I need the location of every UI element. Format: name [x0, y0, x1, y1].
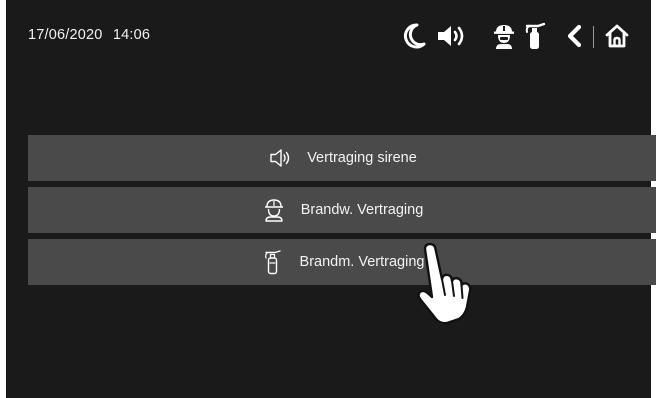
menu-item-label: Brandm. Vertraging: [299, 254, 425, 270]
moon-icon[interactable]: [401, 22, 427, 50]
menu-item-label: Brandw. Vertraging: [300, 202, 424, 218]
intercom-screen: 17/06/2020 14:06 Vertraging sirene Brand…: [6, 0, 656, 398]
fire-extinguisher-icon[interactable]: [522, 22, 548, 50]
home-icon[interactable]: [604, 22, 630, 50]
menu-item-label: Vertraging sirene: [307, 150, 417, 166]
speaker-icon[interactable]: [436, 22, 468, 50]
menu-item-fireman-delay[interactable]: Brandw. Vertraging: [28, 187, 656, 233]
fireman-icon: [261, 197, 287, 223]
fire-extinguisher-icon: [260, 249, 286, 275]
status-datetime: 17/06/2020 14:06: [28, 27, 150, 43]
speaker-icon: [267, 145, 293, 171]
toolbar-divider: [593, 26, 594, 48]
back-icon[interactable]: [561, 22, 587, 50]
menu-item-siren-delay[interactable]: Vertraging sirene: [28, 135, 656, 181]
menu-item-extinguisher-delay[interactable]: Brandm. Vertraging: [28, 239, 656, 285]
status-time: 14:06: [112, 27, 151, 43]
status-date: 17/06/2020: [28, 27, 103, 43]
fireman-icon[interactable]: [491, 22, 517, 50]
